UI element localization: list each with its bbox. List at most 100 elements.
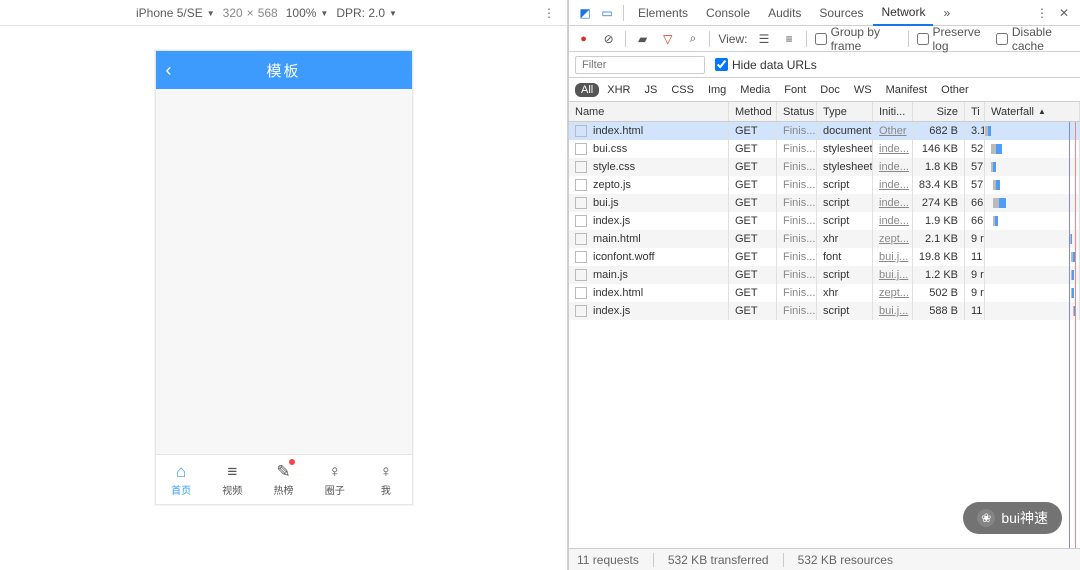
row-initiator[interactable]: inde... (873, 212, 913, 230)
devtools-tab-audits[interactable]: Audits (760, 0, 809, 26)
row-initiator[interactable]: bui.j... (873, 248, 913, 266)
network-row[interactable]: style.cssGETFinis...stylesheetinde...1.8… (569, 158, 1080, 176)
row-initiator[interactable]: inde... (873, 140, 913, 158)
network-row[interactable]: iconfont.woffGETFinis...fontbui.j...19.8… (569, 248, 1080, 266)
row-initiator[interactable]: bui.j... (873, 266, 913, 284)
network-row[interactable]: main.jsGETFinis...scriptbui.j...1.2 KB9 … (569, 266, 1080, 284)
row-time: 9 r (965, 266, 985, 284)
file-icon (575, 161, 587, 173)
view-small-icon[interactable]: ≡ (781, 29, 798, 49)
file-icon (575, 215, 587, 227)
row-time: 11 (965, 248, 985, 266)
row-name: main.html (593, 233, 641, 245)
row-initiator[interactable]: Other (873, 122, 913, 140)
devtools-tab-elements[interactable]: Elements (630, 0, 696, 26)
toggle-device-icon[interactable]: ▭ (597, 3, 617, 23)
network-table-body[interactable]: index.htmlGETFinis...documentOther682 B3… (569, 122, 1080, 548)
devtools-tab-network[interactable]: Network (873, 0, 933, 26)
network-row[interactable]: bui.cssGETFinis...stylesheetinde...146 K… (569, 140, 1080, 158)
row-initiator[interactable]: inde... (873, 176, 913, 194)
close-icon[interactable]: ✕ (1054, 3, 1074, 23)
row-waterfall (985, 266, 1080, 284)
row-type: stylesheet (817, 140, 873, 158)
row-status: Finis... (777, 212, 817, 230)
zoom-select[interactable]: 100% ▼ (286, 6, 329, 20)
inspect-icon[interactable]: ◩ (575, 3, 595, 23)
col-name[interactable]: Name (569, 102, 729, 121)
row-waterfall (985, 284, 1080, 302)
col-method[interactable]: Method (729, 102, 777, 121)
tab-hot[interactable]: ✎热榜 (258, 455, 309, 504)
back-button[interactable]: ‹ (166, 60, 186, 81)
dpr-select[interactable]: DPR: 2.0 ▼ (336, 6, 397, 20)
search-icon[interactable]: ⌕ (684, 29, 701, 49)
network-row[interactable]: zepto.jsGETFinis...scriptinde...83.4 KB5… (569, 176, 1080, 194)
row-initiator[interactable]: zept... (873, 230, 913, 248)
type-filter-all[interactable]: All (575, 83, 599, 97)
row-method: GET (729, 302, 777, 320)
kebab-icon[interactable]: ⋮ (1032, 3, 1052, 23)
network-row[interactable]: bui.jsGETFinis...scriptinde...274 KB66 (569, 194, 1080, 212)
type-filter-manifest[interactable]: Manifest (880, 83, 934, 97)
type-filter-doc[interactable]: Doc (814, 83, 846, 97)
record-icon[interactable]: ● (575, 29, 592, 49)
network-row[interactable]: main.htmlGETFinis...xhrzept...2.1 KB9 r (569, 230, 1080, 248)
tab-me[interactable]: ♀我 (360, 455, 411, 504)
type-filter-media[interactable]: Media (734, 83, 776, 97)
view-large-icon[interactable]: ☰ (755, 29, 772, 49)
type-filter-css[interactable]: CSS (665, 83, 700, 97)
row-method: GET (729, 194, 777, 212)
row-initiator[interactable]: bui.j... (873, 302, 913, 320)
row-name: index.html (593, 125, 643, 137)
tab-circle[interactable]: ♀圈子 (309, 455, 360, 504)
type-filter-other[interactable]: Other (935, 83, 975, 97)
tab-label: 视频 (222, 482, 242, 497)
network-row[interactable]: index.jsGETFinis...scriptinde...1.9 KB66 (569, 212, 1080, 230)
group-by-frame-checkbox[interactable]: Group by frame (815, 25, 900, 53)
summary-transferred: 532 KB transferred (668, 553, 769, 567)
devtools-tab-sources[interactable]: Sources (811, 0, 871, 26)
hide-data-urls-checkbox[interactable]: Hide data URLs (715, 58, 817, 72)
type-filter-xhr[interactable]: XHR (601, 83, 636, 97)
col-time[interactable]: Ti (965, 102, 985, 121)
col-status[interactable]: Status (777, 102, 817, 121)
row-name: bui.js (593, 197, 619, 209)
more-tabs-button[interactable]: » (935, 0, 958, 26)
row-method: GET (729, 284, 777, 302)
filter-input[interactable] (575, 56, 705, 74)
kebab-icon[interactable]: ⋮ (539, 6, 559, 20)
row-size: 682 B (913, 122, 965, 140)
row-status: Finis... (777, 230, 817, 248)
row-size: 502 B (913, 284, 965, 302)
row-size: 588 B (913, 302, 965, 320)
row-initiator[interactable]: zept... (873, 284, 913, 302)
col-waterfall[interactable]: Waterfall▲ (985, 102, 1080, 121)
preserve-log-checkbox[interactable]: Preserve log (917, 25, 988, 53)
type-filter-img[interactable]: Img (702, 83, 732, 97)
filter-icon[interactable]: ▽ (659, 29, 676, 49)
row-time: 57 (965, 158, 985, 176)
devtools-tab-console[interactable]: Console (698, 0, 758, 26)
type-filter-js[interactable]: JS (638, 83, 663, 97)
network-row[interactable]: index.htmlGETFinis...documentOther682 B3… (569, 122, 1080, 140)
col-initiator[interactable]: Initi... (873, 102, 913, 121)
network-row[interactable]: index.htmlGETFinis...xhrzept...502 B9 r (569, 284, 1080, 302)
type-filter-font[interactable]: Font (778, 83, 812, 97)
network-row[interactable]: index.jsGETFinis...scriptbui.j...588 B11 (569, 302, 1080, 320)
type-filter-ws[interactable]: WS (848, 83, 878, 97)
camera-icon[interactable]: ▰ (634, 29, 651, 49)
row-method: GET (729, 140, 777, 158)
disable-cache-checkbox[interactable]: Disable cache (996, 25, 1074, 53)
clear-icon[interactable]: ⊘ (600, 29, 617, 49)
tab-label: 我 (381, 482, 391, 497)
row-initiator[interactable]: inde... (873, 194, 913, 212)
tab-video[interactable]: ≡视频 (207, 455, 258, 504)
col-type[interactable]: Type (817, 102, 873, 121)
tab-home[interactable]: ⌂首页 (156, 455, 207, 504)
row-type: stylesheet (817, 158, 873, 176)
row-time: 66 (965, 194, 985, 212)
col-size[interactable]: Size (913, 102, 965, 121)
device-select[interactable]: iPhone 5/SE ▼ (136, 6, 215, 20)
row-initiator[interactable]: inde... (873, 158, 913, 176)
emulator-pane: iPhone 5/SE ▼ 320×568 100% ▼ DPR: 2.0 ▼ … (0, 0, 568, 570)
